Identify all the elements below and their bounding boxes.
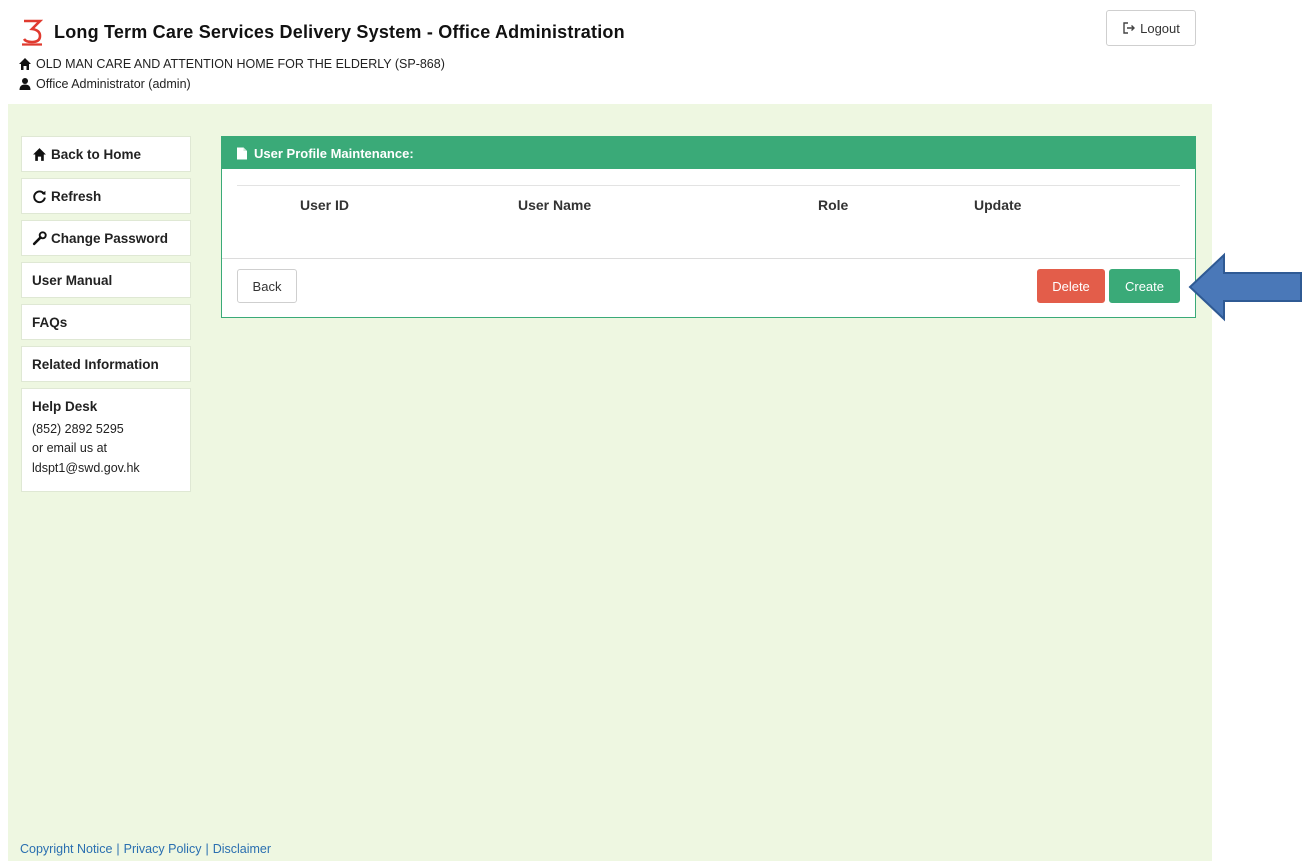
column-header-user-name[interactable]: User Name	[518, 197, 591, 213]
app-title: Long Term Care Services Delivery System …	[54, 21, 625, 42]
sidebar-item-change-password[interactable]: Change Password	[21, 220, 191, 256]
refresh-icon	[33, 189, 46, 203]
logout-label: Logout	[1140, 20, 1180, 36]
main-area: Back to Home Refresh Change Password Use…	[8, 104, 1212, 861]
sidebar-item-faqs[interactable]: FAQs	[21, 304, 191, 340]
copyright-notice-link[interactable]: Copyright Notice	[20, 842, 112, 856]
logout-button[interactable]: Logout	[1106, 10, 1196, 46]
home-icon	[33, 147, 46, 161]
sidebar-item-label: FAQs	[32, 314, 68, 330]
user-table: User ID User Name Role Update	[222, 169, 1195, 259]
sidebar-item-related-information[interactable]: Related Information	[21, 346, 191, 382]
helpdesk-box: Help Desk (852) 2892 5295 or email us at…	[21, 388, 191, 492]
helpdesk-email-prefix: or email us at	[32, 441, 108, 456]
user-icon	[19, 78, 31, 90]
create-button[interactable]: Create	[1109, 269, 1180, 303]
panel-title: User Profile Maintenance:	[254, 145, 414, 161]
column-header-update[interactable]: Update	[974, 197, 1021, 213]
disclaimer-link[interactable]: Disclaimer	[213, 842, 271, 856]
privacy-policy-link[interactable]: Privacy Policy	[124, 842, 202, 856]
table-divider	[237, 185, 1180, 186]
sidebar-item-label: Change Password	[51, 230, 169, 246]
sidebar-item-refresh[interactable]: Refresh	[21, 178, 191, 214]
helpdesk-title: Help Desk	[32, 399, 98, 414]
app-title-row: Long Term Care Services Delivery System …	[18, 18, 625, 46]
organization-name: OLD MAN CARE AND ATTENTION HOME FOR THE …	[36, 57, 445, 71]
footer-links: Copyright Notice | Privacy Policy | Disclaim…	[20, 842, 271, 856]
sidebar-item-label: Related Information	[32, 356, 159, 372]
file-icon	[237, 147, 247, 159]
column-header-role[interactable]: Role	[818, 197, 848, 213]
user-role: Office Administrator (admin)	[36, 77, 191, 91]
sidebar-item-back-to-home[interactable]: Back to Home	[21, 136, 191, 172]
sidebar: Back to Home Refresh Change Password Use…	[21, 136, 191, 492]
helpdesk-phone: (852) 2892 5295	[32, 421, 124, 436]
organization-row: OLD MAN CARE AND ATTENTION HOME FOR THE …	[18, 57, 445, 71]
panel-heading: User Profile Maintenance:	[222, 137, 1195, 169]
sidebar-item-label: Back to Home	[51, 146, 142, 162]
back-button[interactable]: Back	[237, 269, 297, 303]
helpdesk-email[interactable]: ldspt1@swd.gov.hk	[32, 459, 180, 478]
swd-logo-icon	[22, 19, 44, 46]
user-role-row: Office Administrator (admin)	[18, 77, 191, 91]
logout-icon	[1123, 22, 1136, 34]
annotation-arrow-icon	[1188, 252, 1302, 322]
footer-separator: |	[116, 842, 120, 856]
column-header-user-id[interactable]: User ID	[300, 197, 349, 213]
sidebar-item-label: Refresh	[51, 188, 102, 204]
delete-button[interactable]: Delete	[1037, 269, 1105, 303]
panel-footer: Back Delete Create	[222, 259, 1195, 317]
wrench-icon	[32, 230, 47, 245]
header: Long Term Care Services Delivery System …	[0, 0, 1311, 104]
footer-separator: |	[205, 842, 209, 856]
user-profile-panel: User Profile Maintenance: User ID User N…	[221, 136, 1196, 318]
home-icon	[19, 58, 31, 70]
page: Long Term Care Services Delivery System …	[0, 0, 1311, 861]
sidebar-item-user-manual[interactable]: User Manual	[21, 262, 191, 298]
sidebar-item-label: User Manual	[32, 272, 113, 288]
